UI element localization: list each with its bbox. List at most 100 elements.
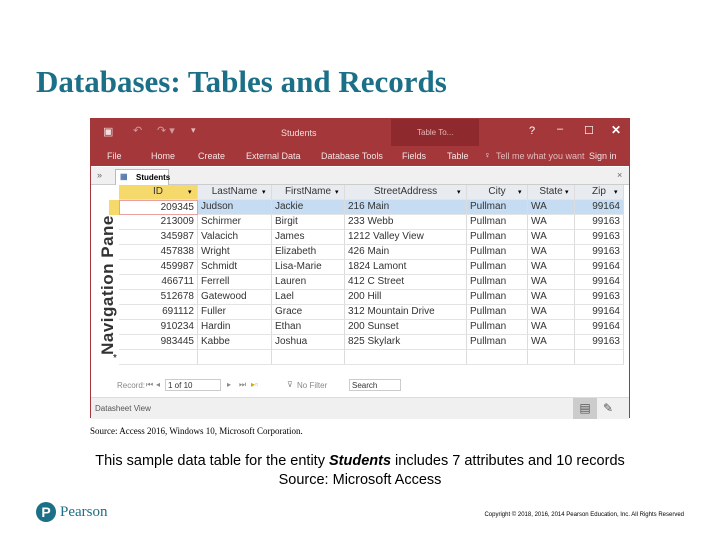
- help-button[interactable]: ?: [529, 125, 535, 137]
- table-cell[interactable]: 99164: [575, 305, 624, 320]
- table-cell[interactable]: WA: [528, 260, 575, 275]
- table-cell[interactable]: Lauren: [272, 275, 345, 290]
- table-cell[interactable]: WA: [528, 230, 575, 245]
- empty-cell[interactable]: [467, 350, 528, 365]
- table-cell[interactable]: Lael: [272, 290, 345, 305]
- table-cell[interactable]: 99164: [575, 200, 624, 215]
- table-cell[interactable]: 200 Sunset: [345, 320, 467, 335]
- empty-cell[interactable]: [528, 350, 575, 365]
- table-row[interactable]: 983445 Kabbe Joshua 825 Skylark Pullman WA 991…: [119, 335, 624, 350]
- table-cell[interactable]: Birgit: [272, 215, 345, 230]
- table-cell[interactable]: 99163: [575, 230, 624, 245]
- maximize-icon[interactable]: ☐: [584, 124, 594, 137]
- table-cell[interactable]: 99164: [575, 275, 624, 290]
- table-row[interactable]: 457838 Wright Elizabeth 426 Main Pullman WA 99…: [119, 245, 624, 260]
- table-cell[interactable]: Schmidt: [198, 260, 272, 275]
- design-view-icon[interactable]: ✎: [603, 401, 613, 415]
- table-cell[interactable]: 459987: [119, 260, 198, 275]
- table-row[interactable]: 345987 Valacich James 1212 Valley View Pullm…: [119, 230, 624, 245]
- table-cell[interactable]: Pullman: [467, 215, 528, 230]
- table-cell[interactable]: Pullman: [467, 230, 528, 245]
- table-cell[interactable]: 412 C Street: [345, 275, 467, 290]
- minimize-icon[interactable]: –: [557, 123, 563, 135]
- empty-cell[interactable]: [272, 350, 345, 365]
- table-cell[interactable]: Ferrell: [198, 275, 272, 290]
- search-input[interactable]: Search: [349, 379, 401, 391]
- last-record-icon[interactable]: ⏭: [239, 380, 246, 390]
- tab-create[interactable]: Create: [198, 151, 225, 161]
- table-cell[interactable]: 99163: [575, 215, 624, 230]
- header-row[interactable]: ID ▾ LastName ▾ FirstName ▾ StreetAddress ▾…: [119, 185, 624, 200]
- empty-cell[interactable]: [575, 350, 624, 365]
- table-row[interactable]: 209345 Judson Jackie 216 Main Pullman WA 99164: [119, 200, 624, 215]
- table-cell[interactable]: 233 Webb: [345, 215, 467, 230]
- table-cell[interactable]: 213009: [119, 215, 198, 230]
- table-cell[interactable]: WA: [528, 215, 575, 230]
- column-header-lastname[interactable]: LastName: [198, 185, 272, 200]
- table-cell[interactable]: James: [272, 230, 345, 245]
- expand-nav-icon[interactable]: »: [97, 170, 102, 180]
- table-cell[interactable]: Hardin: [198, 320, 272, 335]
- table-cell[interactable]: 825 Skylark: [345, 335, 467, 350]
- record-selector[interactable]: [109, 200, 119, 215]
- table-cell[interactable]: WA: [528, 320, 575, 335]
- table-cell[interactable]: Valacich: [198, 230, 272, 245]
- next-record-icon[interactable]: ▸: [227, 380, 231, 389]
- table-cell[interactable]: Pullman: [467, 260, 528, 275]
- current-record-field[interactable]: 1 of 10: [165, 379, 221, 391]
- table-row[interactable]: 910234 Hardin Ethan 200 Sunset Pullman WA 9916…: [119, 320, 624, 335]
- table-cell[interactable]: WA: [528, 305, 575, 320]
- table-cell[interactable]: Pullman: [467, 245, 528, 260]
- document-tab-students[interactable]: ▦ Students: [115, 169, 170, 185]
- table-cell[interactable]: Schirmer: [198, 215, 272, 230]
- table-cell[interactable]: Pullman: [467, 290, 528, 305]
- table-cell[interactable]: 1824 Lamont: [345, 260, 467, 275]
- table-cell[interactable]: 99163: [575, 335, 624, 350]
- table-cell[interactable]: Pullman: [467, 335, 528, 350]
- table-row[interactable]: 512678 Gatewood Lael 200 Hill Pullman WA 99163: [119, 290, 624, 305]
- table-row[interactable]: 213009 Schirmer Birgit 233 Webb Pullman WA 991…: [119, 215, 624, 230]
- table-cell[interactable]: Pullman: [467, 305, 528, 320]
- table-cell[interactable]: 691112: [119, 305, 198, 320]
- table-cell[interactable]: Pullman: [467, 320, 528, 335]
- table-cell[interactable]: 209345: [119, 200, 198, 215]
- table-cell[interactable]: WA: [528, 275, 575, 290]
- undo-icon[interactable]: ↶: [133, 124, 142, 137]
- table-cell[interactable]: Fuller: [198, 305, 272, 320]
- table-cell[interactable]: WA: [528, 335, 575, 350]
- tab-home[interactable]: Home: [151, 151, 175, 161]
- table-cell[interactable]: 426 Main: [345, 245, 467, 260]
- close-tab-icon[interactable]: ×: [617, 170, 622, 180]
- table-cell[interactable]: 1212 Valley View: [345, 230, 467, 245]
- table-cell[interactable]: Ethan: [272, 320, 345, 335]
- table-row[interactable]: 691112 Fuller Grace 312 Mountain Drive Pullm…: [119, 305, 624, 320]
- column-header-streetaddress[interactable]: StreetAddress: [345, 185, 467, 200]
- tell-me-input[interactable]: Tell me what you want: [496, 151, 585, 161]
- sign-in-link[interactable]: Sign in: [589, 151, 617, 161]
- table-cell[interactable]: 200 Hill: [345, 290, 467, 305]
- previous-record-icon[interactable]: ◂: [156, 380, 160, 389]
- table-row[interactable]: 459987 Schmidt Lisa-Marie 1824 Lamont Pullma…: [119, 260, 624, 275]
- no-filter-button[interactable]: No Filter: [297, 381, 327, 390]
- tab-fields[interactable]: Fields: [402, 151, 426, 161]
- new-record-button[interactable]: ▸▫: [251, 380, 258, 389]
- sort-filter-icon[interactable]: ▾: [614, 188, 621, 196]
- column-header-id[interactable]: ID: [119, 185, 198, 200]
- empty-cell[interactable]: [345, 350, 467, 365]
- table-cell[interactable]: 216 Main: [345, 200, 467, 215]
- table-cell[interactable]: 983445: [119, 335, 198, 350]
- tab-database-tools[interactable]: Database Tools: [321, 151, 383, 161]
- navigation-pane[interactable]: Navigation Pane *: [91, 185, 119, 399]
- table-cell[interactable]: Joshua: [272, 335, 345, 350]
- table-cell[interactable]: 99163: [575, 290, 624, 305]
- table-cell[interactable]: 99163: [575, 245, 624, 260]
- datasheet-view-icon[interactable]: ▤: [573, 398, 597, 419]
- tab-table[interactable]: Table: [447, 151, 469, 161]
- table-cell[interactable]: Pullman: [467, 200, 528, 215]
- customize-icon[interactable]: ▾: [191, 125, 196, 136]
- table-cell[interactable]: WA: [528, 200, 575, 215]
- tab-file[interactable]: File: [107, 151, 122, 161]
- table-cell[interactable]: 512678: [119, 290, 198, 305]
- table-cell[interactable]: 345987: [119, 230, 198, 245]
- table-cell[interactable]: 99164: [575, 320, 624, 335]
